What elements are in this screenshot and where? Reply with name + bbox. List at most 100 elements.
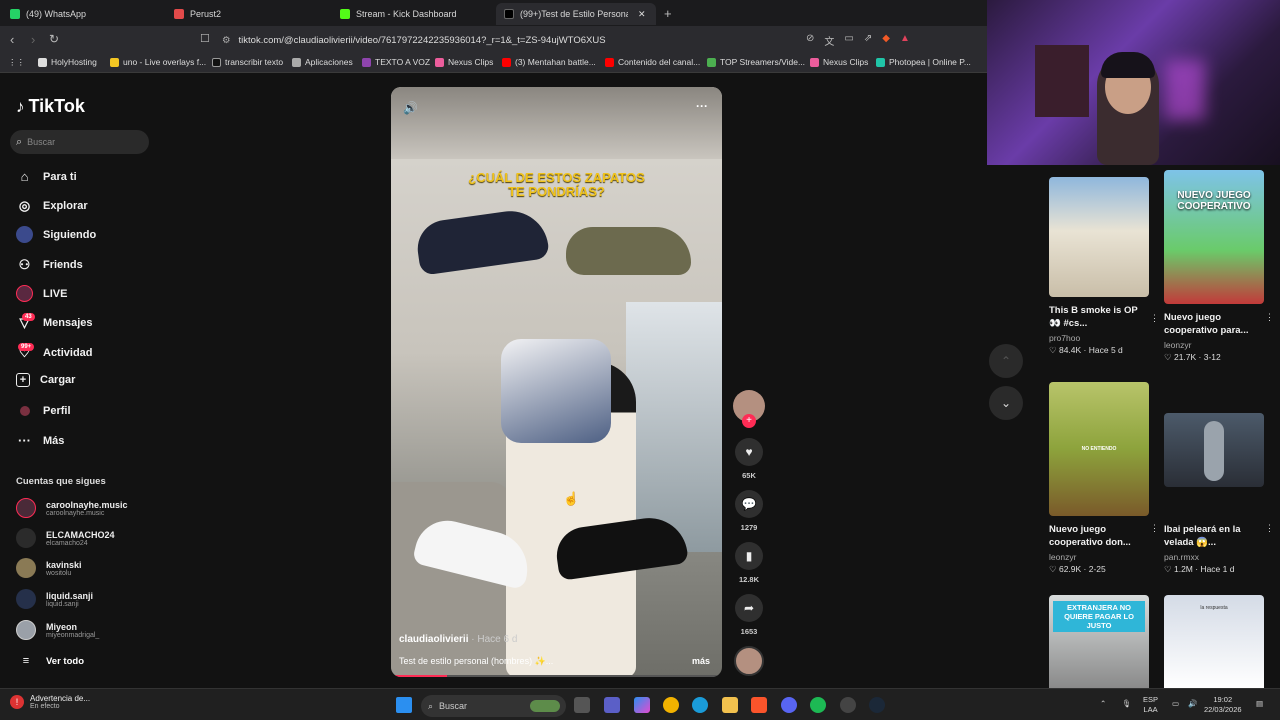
sidebar-item-label: Explorar bbox=[43, 199, 88, 212]
network-icon[interactable]: ▭ bbox=[1172, 699, 1179, 709]
share-icon[interactable]: ⇗ bbox=[864, 33, 872, 48]
video-player[interactable]: ¿CUÁL DE ESTOS ZAPATOS TE PONDRÍAS? 🔊 ···… bbox=[391, 87, 722, 677]
obs-icon[interactable] bbox=[840, 697, 856, 713]
cast-icon[interactable]: ▭ bbox=[844, 33, 853, 48]
clock[interactable]: 19:02 22/03/2026 bbox=[1204, 695, 1242, 715]
tab-tiktok[interactable]: (99+)Test de Estilo Personal M ✕ bbox=[496, 3, 656, 25]
video-author: pan.rmxx bbox=[1164, 552, 1199, 562]
bookmark-item[interactable]: transcribir texto bbox=[212, 57, 283, 67]
sidebar-item-cargar[interactable]: + Cargar bbox=[16, 373, 75, 387]
sidebar-item-label: Actividad bbox=[43, 346, 93, 359]
search-input[interactable]: ⌕ Buscar bbox=[10, 130, 149, 154]
avatar bbox=[16, 498, 36, 518]
sidebar-item-live[interactable]: LIVE bbox=[16, 285, 67, 302]
related-video-card[interactable]: This B smoke is OP 👀 #cs... pro7hoo ♡ 84… bbox=[1049, 177, 1159, 356]
sidebar-item-explorar[interactable]: ◎ Explorar bbox=[16, 197, 88, 214]
kebab-menu-icon[interactable]: ⋮ bbox=[1265, 312, 1274, 323]
kebab-menu-icon[interactable]: ⋮ bbox=[1265, 523, 1274, 534]
more-button[interactable]: más bbox=[692, 656, 710, 666]
sidebar-item-para-ti[interactable]: ⌂ Para ti bbox=[16, 168, 77, 185]
save-button[interactable]: ▮ bbox=[735, 542, 763, 570]
language-indicator[interactable]: ESP LAA bbox=[1143, 695, 1158, 715]
whatsapp-icon bbox=[10, 9, 20, 19]
related-video-card[interactable]: NO ENTIENDO Nuevo juego cooperativo don.… bbox=[1049, 382, 1159, 575]
brave-icon[interactable] bbox=[751, 697, 767, 713]
bookmark-item[interactable]: HolyHosting bbox=[38, 57, 97, 67]
new-tab-button[interactable]: + bbox=[664, 6, 672, 21]
search-highlight-icon bbox=[530, 700, 560, 712]
following-account[interactable]: kavinski wositolu bbox=[16, 558, 82, 578]
close-tab-icon[interactable]: ✕ bbox=[638, 9, 646, 20]
teams-icon[interactable] bbox=[604, 697, 620, 713]
comment-button[interactable]: 💬 bbox=[735, 490, 763, 518]
taskbar-search[interactable]: ⌕ Buscar bbox=[421, 695, 566, 717]
kebab-menu-icon[interactable]: ⋮ bbox=[1150, 523, 1159, 534]
related-video-card[interactable]: EXTRANJERA NO QUIERE PAGAR LO JUSTO bbox=[1049, 595, 1149, 688]
previous-video-button[interactable]: ⌃ bbox=[989, 344, 1023, 378]
bookmark-label: Photopea | Online P... bbox=[889, 57, 971, 67]
windows-start-icon[interactable] bbox=[396, 697, 412, 713]
bookmark-item[interactable]: Nexus Clips bbox=[435, 57, 493, 67]
activity-badge: 99+ bbox=[18, 343, 35, 351]
brave-shield-icon[interactable]: ◆ bbox=[882, 33, 890, 48]
apps-grid-icon[interactable]: ⋮⋮ bbox=[8, 57, 25, 68]
next-video-button[interactable]: ⌄ bbox=[989, 386, 1023, 420]
more-options-icon[interactable]: ··· bbox=[696, 99, 708, 113]
sidebar-item-mas[interactable]: ··· Más bbox=[16, 432, 64, 449]
related-video-card[interactable]: la respuesta bbox=[1164, 595, 1264, 688]
edge-icon[interactable] bbox=[692, 697, 708, 713]
reload-icon[interactable]: ↻ bbox=[49, 32, 59, 46]
like-button[interactable]: ♥ bbox=[735, 438, 763, 466]
tab-whatsapp[interactable]: (49) WhatsApp bbox=[2, 3, 167, 25]
bookmark-item[interactable]: Aplicaciones bbox=[292, 57, 353, 67]
chrome-icon[interactable] bbox=[663, 697, 679, 713]
following-account[interactable]: liquid.sanji liquid.sanji bbox=[16, 589, 93, 609]
translate-icon[interactable]: 文 bbox=[824, 33, 834, 48]
tab-kick[interactable]: Stream - Kick Dashboard bbox=[332, 3, 497, 25]
tab-label: Stream - Kick Dashboard bbox=[356, 9, 457, 19]
save-count: 12.8K bbox=[738, 575, 759, 584]
bookmark-item[interactable]: Contenido del canal... bbox=[605, 57, 700, 67]
security-warning[interactable]: ! Advertencia de... En efecto bbox=[10, 694, 90, 710]
sidebar-item-perfil[interactable]: Perfil bbox=[16, 402, 71, 419]
following-account[interactable]: Miyeon miyeonmadrigal_ bbox=[16, 620, 99, 640]
bookmark-item[interactable]: TOP Streamers/Vide... bbox=[707, 57, 805, 67]
tiktok-logo[interactable]: ♪ TikTok bbox=[16, 96, 85, 117]
volume-icon[interactable]: 🔊 bbox=[1188, 699, 1197, 709]
steam-icon[interactable] bbox=[869, 697, 885, 713]
following-account[interactable]: ELCAMACHO24 elcamacho24 bbox=[16, 528, 115, 548]
related-video-card[interactable]: Ibai peleará en la velada 😱... pan.rmxx … bbox=[1164, 413, 1274, 575]
file-explorer-icon[interactable] bbox=[722, 697, 738, 713]
spotify-icon[interactable] bbox=[810, 697, 826, 713]
volume-icon[interactable]: 🔊 bbox=[403, 101, 418, 115]
related-video-card[interactable]: NUEVO JUEGO COOPERATIVO Nuevo juego coop… bbox=[1164, 170, 1274, 363]
video-progress-bar[interactable] bbox=[391, 675, 722, 677]
sound-disc-icon[interactable] bbox=[734, 646, 764, 676]
sidebar-item-friends[interactable]: ⚇ Friends bbox=[16, 256, 83, 273]
follow-plus-icon[interactable]: + bbox=[742, 414, 756, 428]
bookmark-item[interactable]: TEXTO A VOZ bbox=[362, 57, 430, 67]
kebab-menu-icon[interactable]: ⋮ bbox=[1150, 313, 1159, 324]
author-avatar[interactable]: + bbox=[733, 390, 765, 428]
sidebar-item-siguiendo[interactable]: Siguiendo bbox=[16, 226, 96, 243]
microphone-icon[interactable]: 🎙 bbox=[1122, 699, 1132, 709]
discord-icon[interactable] bbox=[781, 697, 797, 713]
tray-overflow-icon[interactable]: ⌃ bbox=[1100, 699, 1106, 709]
share-button[interactable]: ➦ bbox=[735, 594, 763, 622]
copilot-icon[interactable] bbox=[634, 697, 650, 713]
brave-rewards-icon[interactable]: ▲ bbox=[900, 33, 910, 48]
forward-icon[interactable]: › bbox=[31, 32, 35, 47]
see-all-link[interactable]: ≡ Ver todo bbox=[16, 655, 84, 667]
bookmark-item[interactable]: Photopea | Online P... bbox=[876, 57, 971, 67]
task-view-icon[interactable] bbox=[574, 697, 590, 713]
following-account[interactable]: caroolnayhe.music caroolnayhe.music bbox=[16, 498, 128, 518]
video-author[interactable]: claudiaolivierii · Hace 6 d bbox=[399, 634, 517, 645]
no-track-icon[interactable]: ⊘ bbox=[806, 33, 814, 48]
bookmark-icon[interactable]: ☐ bbox=[200, 32, 210, 45]
bookmark-item[interactable]: Nexus Clips bbox=[810, 57, 868, 67]
bookmark-item[interactable]: (3) Mentahan battle... bbox=[502, 57, 596, 67]
bookmark-item[interactable]: uno - Live overlays f... bbox=[110, 57, 206, 67]
notification-icon[interactable]: ▤ bbox=[1256, 699, 1263, 709]
back-icon[interactable]: ‹ bbox=[10, 32, 14, 47]
tab-perust2[interactable]: Perust2 bbox=[166, 3, 331, 25]
